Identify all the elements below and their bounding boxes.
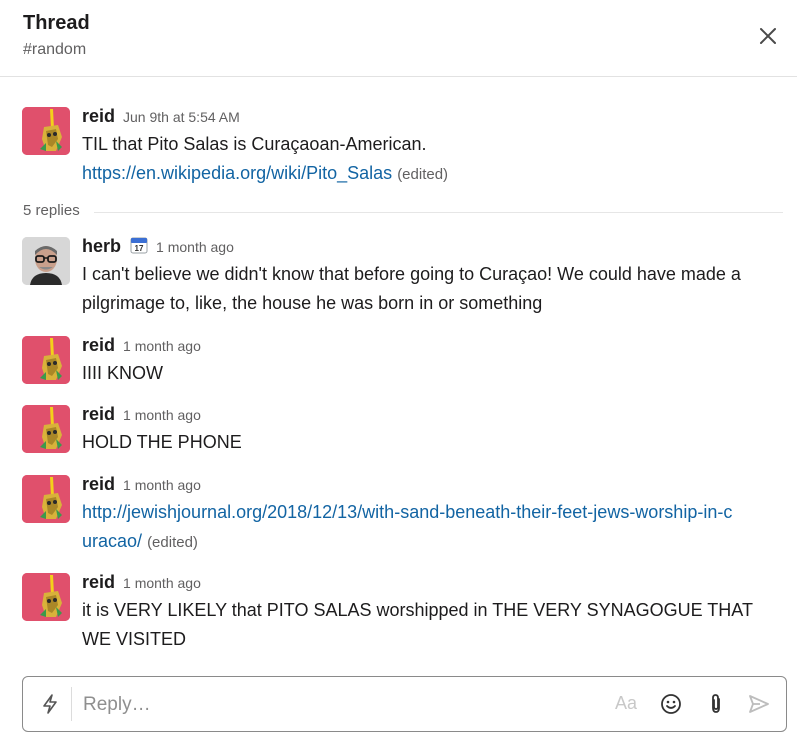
send-icon [749, 695, 769, 713]
avatar[interactable] [22, 475, 70, 523]
avatar[interactable] [22, 107, 70, 155]
author-name[interactable]: reid [82, 404, 115, 424]
avatar[interactable] [22, 573, 70, 621]
message-text: HOLD THE PHONE [82, 432, 242, 452]
paperclip-icon [712, 694, 720, 713]
attach-button[interactable] [704, 692, 728, 716]
avatar[interactable] [22, 336, 70, 384]
message-text: I can't believe we didn't know that befo… [82, 264, 741, 313]
close-icon [760, 28, 776, 44]
author-name[interactable]: herb [82, 236, 121, 256]
edited-label: (edited) [397, 166, 449, 183]
close-button[interactable] [752, 20, 784, 52]
lightning-icon [43, 694, 57, 714]
avatar[interactable] [22, 237, 70, 285]
timestamp[interactable]: 1 month ago [123, 338, 201, 354]
timestamp[interactable]: Jun 9th at 5:54 AM [123, 109, 240, 125]
divider-line [23, 212, 783, 213]
author-name[interactable]: reid [82, 572, 115, 592]
author-name[interactable]: reid [82, 474, 115, 494]
author-name[interactable]: reid [82, 106, 115, 126]
timestamp[interactable]: 1 month ago [123, 575, 201, 591]
timestamp[interactable]: 1 month ago [156, 239, 234, 255]
thread-title: Thread [23, 12, 90, 34]
timestamp[interactable]: 1 month ago [123, 477, 201, 493]
shortcuts-button[interactable] [39, 693, 61, 715]
emoji-button[interactable] [659, 692, 683, 716]
channel-name[interactable]: #random [23, 41, 86, 59]
thread-header: Thread #random [0, 0, 797, 77]
message-text: it is VERY LIKELY that PITO SALAS worshi… [82, 600, 753, 649]
replies-divider: 5 replies [23, 200, 783, 222]
reply-composer: Aa [22, 676, 787, 732]
avatar[interactable] [22, 405, 70, 453]
message-link[interactable]: https://en.wikipedia.org/wiki/Pito_Salas [82, 163, 392, 183]
reply-input[interactable] [81, 689, 555, 721]
replies-count: 5 replies [23, 202, 94, 219]
svg-text:17: 17 [135, 244, 144, 253]
timestamp[interactable]: 1 month ago [123, 407, 201, 423]
send-button[interactable] [747, 692, 771, 716]
author-name[interactable]: reid [82, 335, 115, 355]
emoji-icon [661, 694, 681, 714]
composer-divider [71, 687, 72, 721]
edited-label: (edited) [147, 534, 198, 551]
message-text: IIII KNOW [82, 363, 163, 383]
message-text: TIL that Pito Salas is Curaçaoan-America… [82, 134, 427, 154]
calendar-icon: 17 [130, 236, 148, 259]
format-button[interactable]: Aa [615, 693, 637, 714]
